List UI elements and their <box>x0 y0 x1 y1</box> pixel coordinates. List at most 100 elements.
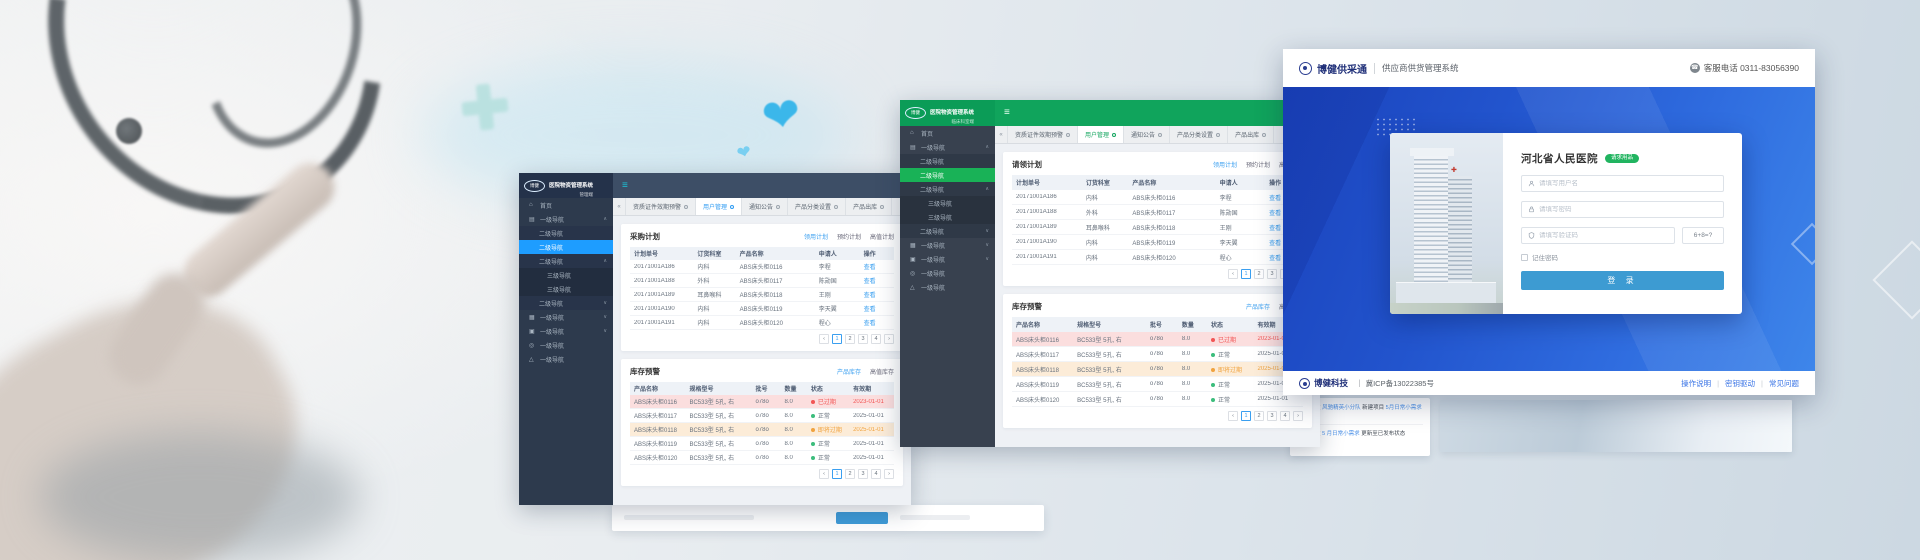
remember-checkbox[interactable] <box>1521 254 1528 261</box>
page-button[interactable]: 3 <box>1267 411 1277 421</box>
link-product-stock[interactable]: 产品库存 <box>837 367 861 376</box>
collapse-tabs-icon[interactable]: « <box>995 126 1008 143</box>
tab-cert-warning[interactable]: 资质证件效期预警 <box>1008 126 1078 143</box>
next-page-button[interactable]: › <box>1293 411 1303 421</box>
next-page-button[interactable]: › <box>884 469 894 479</box>
sidebar-item-nav1[interactable]: △一级导航 <box>900 280 995 294</box>
feed-link[interactable]: 风驰精英小分队 <box>1322 405 1361 411</box>
tab-close-icon[interactable] <box>834 205 838 209</box>
page-button[interactable]: 1 <box>1241 411 1251 421</box>
sidebar-item-nav1[interactable]: ▤一级导航∧ <box>519 212 613 226</box>
page-button[interactable]: 2 <box>845 469 855 479</box>
tab-product-outbound[interactable]: 产品出库 <box>846 198 892 215</box>
captcha-question[interactable]: 6+8=? <box>1682 227 1724 244</box>
tab-product-category[interactable]: 产品分类设置 <box>788 198 846 215</box>
link-reserve-plan[interactable]: 预约计划 <box>837 232 861 241</box>
link-highvalue-stock[interactable]: 高值库存 <box>870 367 894 376</box>
tab-close-icon[interactable] <box>1216 133 1220 137</box>
page-button[interactable]: 1 <box>832 469 842 479</box>
tab-cert-warning[interactable]: 资质证件效期预警 <box>626 198 696 215</box>
link-reserve-plan[interactable]: 预约计划 <box>1246 160 1270 169</box>
tab-product-outbound[interactable]: 产品出库 <box>1228 126 1274 143</box>
sidebar-item-nav2[interactable]: 二级导航 <box>900 154 995 168</box>
captcha-input[interactable] <box>1539 232 1668 239</box>
next-page-button[interactable]: › <box>884 334 894 344</box>
sidebar-item-nav1[interactable]: ▣一级导航∨ <box>900 252 995 266</box>
page-button[interactable]: 1 <box>832 334 842 344</box>
tab-user-mgmt[interactable]: 用户管理 <box>1078 126 1124 143</box>
sidebar-item-nav1[interactable]: △一级导航 <box>519 352 613 366</box>
sidebar-item-nav1[interactable]: ▦一级导航∨ <box>900 238 995 252</box>
tab-close-icon[interactable] <box>1158 133 1162 137</box>
menu-toggle-icon[interactable]: ≡ <box>1004 108 1010 118</box>
sidebar-item-nav3[interactable]: 三级导航 <box>519 282 613 296</box>
tab-close-icon[interactable] <box>1262 133 1266 137</box>
login-button[interactable]: 登 录 <box>1521 271 1724 290</box>
link-product-stock[interactable]: 产品库存 <box>1246 302 1270 311</box>
prev-page-button[interactable]: ‹ <box>819 469 829 479</box>
tab-close-icon[interactable] <box>684 205 688 209</box>
tab-close-icon[interactable] <box>730 205 734 209</box>
sidebar-item-nav1[interactable]: ▤一级导航∧ <box>900 140 995 154</box>
page-button[interactable]: 2 <box>845 334 855 344</box>
menu-toggle-icon[interactable]: ≡ <box>622 181 628 191</box>
tab-close-icon[interactable] <box>880 205 884 209</box>
page-button[interactable]: 3 <box>858 469 868 479</box>
sidebar-item-nav2[interactable]: 二级导航∧ <box>519 254 613 268</box>
collapse-tabs-icon[interactable]: « <box>613 198 626 215</box>
footer-link-faq[interactable]: 常见问题 <box>1769 378 1799 389</box>
view-link[interactable]: 查看 <box>860 262 894 271</box>
page-button[interactable]: 2 <box>1254 269 1264 279</box>
tab-close-icon[interactable] <box>776 205 780 209</box>
password-field[interactable] <box>1521 201 1724 218</box>
view-link[interactable]: 查看 <box>860 290 894 299</box>
captcha-field[interactable] <box>1521 227 1675 244</box>
sidebar-item-nav2[interactable]: 二级导航∨ <box>900 224 995 238</box>
page-button[interactable]: 4 <box>1280 411 1290 421</box>
sidebar-item-home[interactable]: ⌂首页 <box>900 126 995 140</box>
view-link[interactable]: 查看 <box>860 276 894 285</box>
username-input[interactable] <box>1539 180 1717 187</box>
feed-link[interactable]: 5 月日常小需求 <box>1322 431 1360 437</box>
sidebar-item-nav1[interactable]: ◎一级导航 <box>900 266 995 280</box>
sidebar-item-nav3[interactable]: 三级导航 <box>519 268 613 282</box>
sidebar-item-nav1[interactable]: ▣一级导航∨ <box>519 324 613 338</box>
view-link[interactable]: 查看 <box>860 318 894 327</box>
sidebar-item-nav2[interactable]: 二级导航 <box>519 226 613 240</box>
sidebar-item-home[interactable]: ⌂首页 <box>519 198 613 212</box>
page-button[interactable]: 1 <box>1241 269 1251 279</box>
footer-link-key-driver[interactable]: 密钥驱动 <box>1725 378 1755 389</box>
page-button[interactable]: 3 <box>858 334 868 344</box>
page-button[interactable]: 3 <box>1267 269 1277 279</box>
link-highvalue-plan[interactable]: 高值计划 <box>870 232 894 241</box>
link-requisition-plan[interactable]: 领用计划 <box>804 232 828 241</box>
prev-page-button[interactable]: ‹ <box>1228 269 1238 279</box>
sidebar-item-nav2[interactable]: 二级导航∨ <box>519 296 613 310</box>
link-requisition-plan[interactable]: 领用计划 <box>1213 160 1237 169</box>
page-button[interactable]: 4 <box>871 334 881 344</box>
sidebar-item-nav2-active[interactable]: 二级导航 <box>900 168 995 182</box>
username-field[interactable] <box>1521 175 1724 192</box>
tab-product-category[interactable]: 产品分类设置 <box>1170 126 1228 143</box>
page-button[interactable]: 4 <box>871 469 881 479</box>
sidebar-item-nav2-active[interactable]: 二级导航 <box>519 240 613 254</box>
sidebar-item-nav1[interactable]: ◎一级导航 <box>519 338 613 352</box>
view-link[interactable]: 查看 <box>860 304 894 313</box>
prev-page-button[interactable]: ‹ <box>1228 411 1238 421</box>
tab-notice[interactable]: 通知公告 <box>742 198 788 215</box>
sidebar-item-nav2[interactable]: 二级导航∧ <box>900 182 995 196</box>
footer-link-manual[interactable]: 操作说明 <box>1681 378 1711 389</box>
tab-close-icon[interactable] <box>1066 133 1070 137</box>
feed-link[interactable]: 5月日常小需求 <box>1386 405 1422 411</box>
tab-notice[interactable]: 通知公告 <box>1124 126 1170 143</box>
sidebar-item-nav3[interactable]: 三级导航 <box>900 210 995 224</box>
tab-user-mgmt[interactable]: 用户管理 <box>696 198 742 215</box>
small-blue-button[interactable] <box>836 512 888 524</box>
nav-icon: ▤ <box>529 216 536 223</box>
sidebar-item-nav3[interactable]: 三级导航 <box>900 196 995 210</box>
page-button[interactable]: 2 <box>1254 411 1264 421</box>
sidebar-item-nav1[interactable]: ▦一级导航∨ <box>519 310 613 324</box>
password-input[interactable] <box>1539 206 1717 213</box>
tab-close-icon[interactable] <box>1112 133 1116 137</box>
prev-page-button[interactable]: ‹ <box>819 334 829 344</box>
